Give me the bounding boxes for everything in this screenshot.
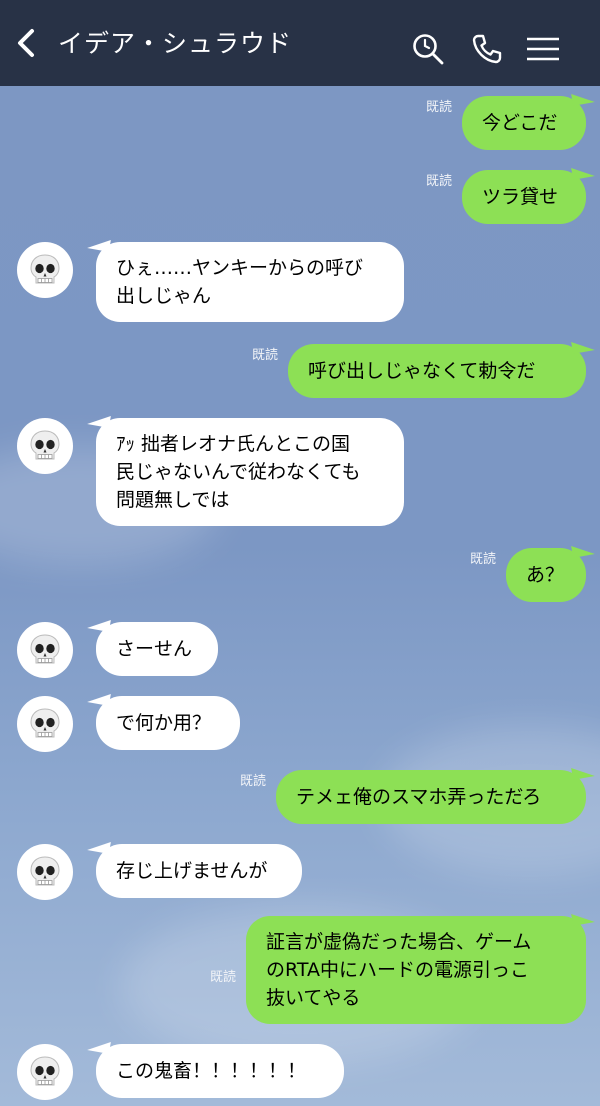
bubble-tail xyxy=(571,542,595,558)
phone-icon[interactable] xyxy=(471,33,503,65)
avatar-skull-icon[interactable] xyxy=(17,1044,73,1100)
bubble-tail xyxy=(87,616,111,632)
read-receipt: 既読 xyxy=(252,348,279,363)
chat-header: イデア・シュラウド xyxy=(0,0,600,86)
incoming-message-bubble[interactable]: さーせん xyxy=(87,616,218,676)
bubble-tail xyxy=(87,412,111,428)
bubble-tail xyxy=(87,236,111,252)
outgoing-message-bubble[interactable]: テメェ俺のスマホ弄っただろ xyxy=(276,764,595,824)
read-receipt: 既読 xyxy=(210,970,237,985)
incoming-message-bubble[interactable]: この鬼畜！！！！！！ xyxy=(87,1038,344,1098)
read-receipt: 既読 xyxy=(470,552,497,567)
outgoing-message-bubble[interactable]: 今どこだ xyxy=(462,90,595,150)
outgoing-message-bubble[interactable]: ツラ貸せ xyxy=(462,164,595,224)
message-text-line: 民じゃないんで従わなくても xyxy=(116,461,361,483)
message-text-line: 今どこだ xyxy=(482,112,558,134)
outgoing-message-bubble[interactable]: 証言が虚偽だった場合、ゲーム のRTA中にハードの電源引っこ 抜いてやる xyxy=(246,910,595,1024)
avatar-skull-icon[interactable] xyxy=(17,622,73,678)
bubble-tail xyxy=(87,690,111,706)
message-text-line: ひぇ……ヤンキーからの呼び xyxy=(116,257,364,279)
avatar-skull-icon[interactable] xyxy=(17,696,73,752)
search-icon[interactable] xyxy=(412,33,444,65)
chat-title: イデア・シュラウド xyxy=(58,29,293,58)
message-text-line: この鬼畜！！！！！！ xyxy=(116,1060,307,1082)
bubble-tail xyxy=(87,838,111,854)
incoming-message-bubble[interactable]: ｱｯ 拙者レオナ氏んとこの国 民じゃないんで従わなくても 問題無しでは xyxy=(87,412,404,526)
bubble-tail xyxy=(571,164,595,180)
outgoing-message-bubble[interactable]: あ？ xyxy=(506,542,595,602)
bubble-tail xyxy=(87,1038,111,1054)
read-receipt: 既読 xyxy=(426,174,453,189)
outgoing-message-bubble[interactable]: 呼び出しじゃなくて勅令だ xyxy=(288,338,595,398)
message-text-line: さーせん xyxy=(116,638,193,660)
bubble-tail xyxy=(571,910,595,926)
message-text-line: あ？ xyxy=(526,564,565,586)
message-text-line: ツラ貸せ xyxy=(482,186,559,208)
message-text-line: ｱｯ 拙者レオナ氏んとこの国 xyxy=(116,433,351,455)
incoming-message-bubble[interactable]: で何か用？ xyxy=(87,690,240,750)
bubble-tail xyxy=(571,338,595,354)
bubble-tail xyxy=(571,90,595,106)
incoming-message-bubble[interactable]: ひぇ……ヤンキーからの呼び 出しじゃん xyxy=(87,236,404,322)
chat-area[interactable]: 今どこだ 既読 ツラ貸せ 既読 ひぇ……ヤンキーからの呼び 出しじゃん 呼び出しじゃなくて勅… xyxy=(0,86,600,1106)
message-text-line: 存じ上げませんが xyxy=(116,860,268,882)
incoming-message-bubble[interactable]: 存じ上げませんが xyxy=(87,838,302,898)
read-receipt: 既読 xyxy=(426,100,453,115)
menu-icon[interactable] xyxy=(526,33,560,65)
avatar-skull-icon[interactable] xyxy=(17,418,73,474)
message-text-line: 抜いてやる xyxy=(266,987,361,1009)
message-text-line: 問題無しでは xyxy=(116,489,230,511)
message-text-line: 出しじゃん xyxy=(116,285,212,307)
chevron-left-icon[interactable] xyxy=(12,28,42,58)
avatar-skull-icon[interactable] xyxy=(17,242,73,298)
message-text-line: 呼び出しじゃなくて勅令だ xyxy=(308,360,536,382)
message-text-line: テメェ俺のスマホ弄っただろ xyxy=(296,786,542,808)
message-text-line: 証言が虚偽だった場合、ゲーム xyxy=(266,931,532,953)
message-text-line: のRTA中にハードの電源引っこ xyxy=(266,959,529,981)
read-receipt: 既読 xyxy=(240,774,267,789)
avatar-skull-icon[interactable] xyxy=(17,844,73,900)
message-text-line: で何か用？ xyxy=(116,712,212,734)
